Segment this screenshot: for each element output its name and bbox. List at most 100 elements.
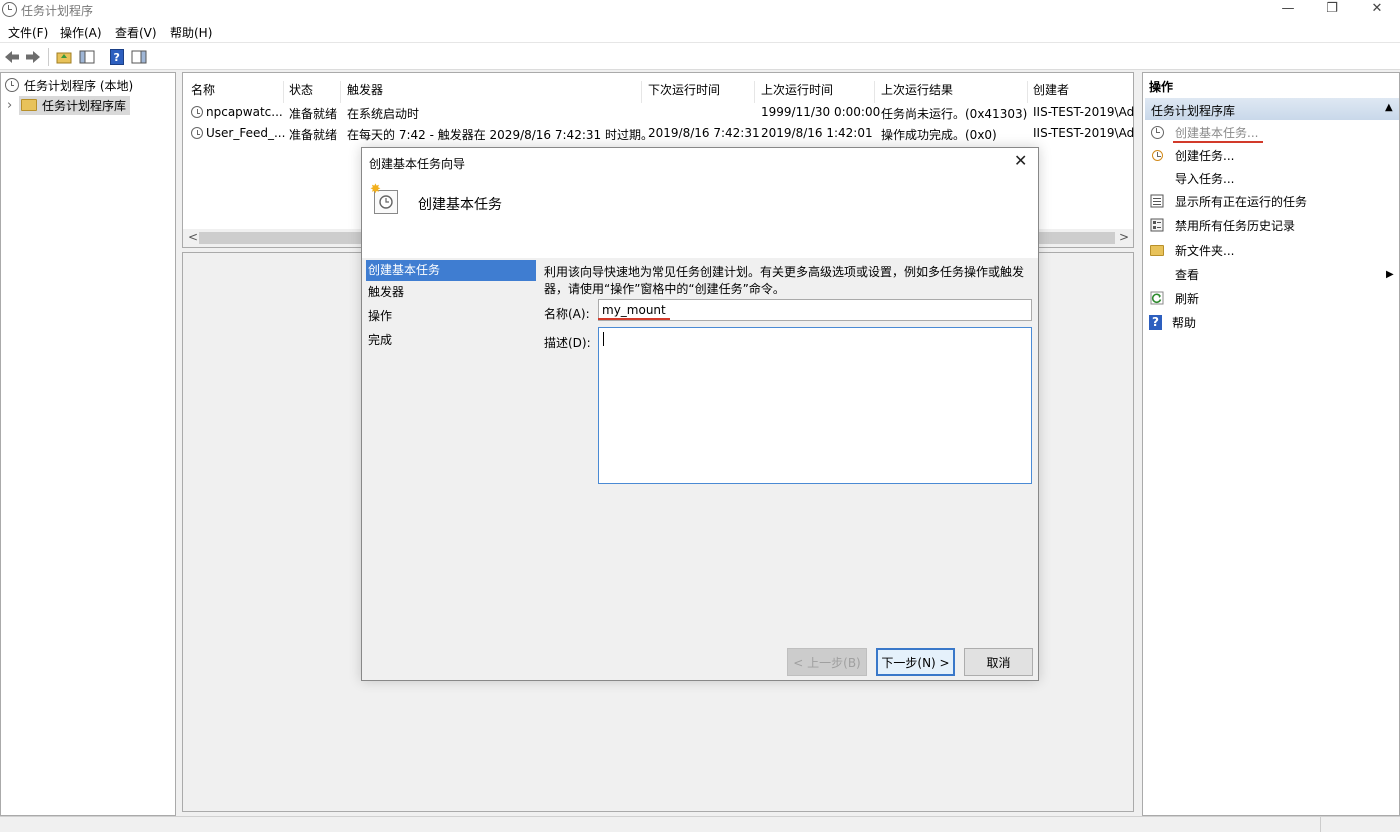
show-hide-tree-icon[interactable] <box>78 48 96 66</box>
column-divider <box>283 81 284 103</box>
window-title: 任务计划程序 <box>21 4 94 18</box>
collapse-icon[interactable]: ▲ <box>1385 102 1393 113</box>
menu-help[interactable]: 帮助(H) <box>170 24 212 41</box>
action-new-folder[interactable]: 新文件夹... <box>1147 240 1397 260</box>
step-action[interactable]: 操作 <box>366 306 536 327</box>
cell-trigger: 在每天的 7:42 - 触发器在 2029/8/16 7:42:31 时过期。 <box>347 128 653 142</box>
action-import-task[interactable]: 导入任务... <box>1147 168 1397 188</box>
scroll-left-icon[interactable]: < <box>188 230 198 244</box>
menu-view[interactable]: 查看(V) <box>115 24 157 41</box>
new-folder-icon <box>1149 242 1165 258</box>
task-description-input[interactable] <box>598 327 1032 484</box>
folder-up-icon[interactable] <box>55 48 73 66</box>
close-window-button[interactable]: ✕ <box>1354 0 1400 20</box>
menu-action[interactable]: 操作(A) <box>60 24 102 41</box>
column-divider <box>1027 81 1028 103</box>
basic-task-icon <box>1149 124 1165 140</box>
tree-item-library[interactable]: › 任务计划程序库 <box>7 95 131 115</box>
next-button[interactable]: 下一步(N) > <box>876 648 955 676</box>
cancel-button[interactable]: 取消 <box>964 648 1033 676</box>
step-finish[interactable]: 完成 <box>366 330 536 351</box>
column-header-name[interactable]: 名称 <box>191 81 215 98</box>
forward-arrow-icon[interactable] <box>24 48 42 66</box>
text-caret <box>603 332 604 346</box>
history-icon <box>1149 217 1165 233</box>
column-header-last-result[interactable]: 上次运行结果 <box>881 81 953 98</box>
wizard-header-area: 创建基本任务向导 ✕ ✸ 创建基本任务 <box>362 148 1038 258</box>
action-label: 帮助 <box>1172 315 1197 330</box>
cell-name: User_Feed_... <box>206 126 286 140</box>
action-create-basic-task[interactable]: 创建基本任务... <box>1147 122 1397 142</box>
toolbar-separator <box>48 48 49 66</box>
cell-last-run: 1999/11/30 0:00:00 <box>761 105 881 119</box>
column-header-author[interactable]: 创建者 <box>1033 81 1069 98</box>
status-divider <box>1320 817 1321 832</box>
actions-pane: 操作 任务计划程序库 ▲ 创建基本任务... 创建任务... 导入任务... 显… <box>1142 72 1400 816</box>
cell-next-run: 2019/8/16 7:42:31 <box>648 126 760 140</box>
folder-icon <box>21 99 37 111</box>
view-icon <box>1149 266 1165 282</box>
action-label: 创建任务... <box>1175 148 1235 163</box>
column-header-last-run[interactable]: 上次运行时间 <box>761 81 833 98</box>
expand-chevron-icon[interactable]: › <box>7 98 17 113</box>
action-view[interactable]: 查看 ▶ <box>1147 264 1397 284</box>
action-help[interactable]: ? 帮助 <box>1147 312 1397 332</box>
restore-button[interactable]: ❐ <box>1309 0 1355 20</box>
create-task-icon <box>1149 147 1165 163</box>
running-tasks-icon <box>1149 193 1165 209</box>
cell-author: IIS-TEST-2019\Ad <box>1033 126 1135 140</box>
action-show-running[interactable]: 显示所有正在运行的任务 <box>1147 191 1397 211</box>
annotation-underline <box>1173 141 1263 143</box>
step-trigger[interactable]: 触发器 <box>366 282 536 303</box>
scroll-right-icon[interactable]: > <box>1119 230 1129 244</box>
wizard-page-title: 创建基本任务 <box>418 197 502 213</box>
navigation-tree: 任务计划程序 (本地) › 任务计划程序库 <box>0 72 176 816</box>
column-header-trigger[interactable]: 触发器 <box>347 81 383 98</box>
column-divider <box>641 81 642 103</box>
cell-trigger: 在系统启动时 <box>347 107 420 121</box>
action-label: 禁用所有任务历史记录 <box>1175 218 1296 233</box>
action-label: 刷新 <box>1175 291 1200 306</box>
submenu-arrow-icon: ▶ <box>1386 268 1394 280</box>
basic-task-wizard-icon: ✸ <box>370 182 398 214</box>
show-hide-action-pane-icon[interactable] <box>130 48 148 66</box>
cell-author: IIS-TEST-2019\Ad <box>1033 105 1135 119</box>
back-arrow-icon[interactable] <box>3 48 21 66</box>
column-header-status[interactable]: 状态 <box>289 81 313 98</box>
cell-last-result: 操作成功完成。(0x0) <box>881 128 997 142</box>
tree-item-local[interactable]: 任务计划程序 (本地) <box>5 75 133 95</box>
description-label: 描述(D): <box>544 336 591 350</box>
cell-status: 准备就绪 <box>289 107 338 121</box>
column-divider <box>754 81 755 103</box>
actions-section-header[interactable]: 任务计划程序库 ▲ <box>1145 98 1399 120</box>
column-divider <box>874 81 875 103</box>
action-refresh[interactable]: 刷新 <box>1147 288 1397 308</box>
action-disable-history[interactable]: 禁用所有任务历史记录 <box>1147 215 1397 235</box>
help-icon: ? <box>1149 314 1162 330</box>
menu-file[interactable]: 文件(F) <box>8 24 48 41</box>
title-bar: 任务计划程序 — ❐ ✕ <box>0 0 1400 20</box>
create-basic-task-wizard: 创建基本任务向导 ✕ ✸ 创建基本任务 创建基本任务 触发器 操作 完成 利用该… <box>361 147 1039 681</box>
action-label: 查看 <box>1175 267 1200 282</box>
svg-text:?: ? <box>114 51 120 64</box>
dialog-title: 创建基本任务向导 <box>369 157 466 171</box>
minimize-button[interactable]: — <box>1265 0 1311 20</box>
annotation-underline <box>598 318 670 320</box>
cell-last-run: 2019/8/16 1:42:01 <box>761 126 873 140</box>
back-button[interactable]: < 上一步(B) <box>787 648 867 676</box>
actions-heading: 操作 <box>1149 80 1174 94</box>
action-label: 新文件夹... <box>1175 243 1235 258</box>
action-label: 显示所有正在运行的任务 <box>1175 194 1308 209</box>
tree-item-label: 任务计划程序库 <box>42 98 127 113</box>
refresh-icon <box>1149 290 1165 306</box>
help-icon[interactable]: ? <box>108 48 126 66</box>
column-header-next-run[interactable]: 下次运行时间 <box>648 81 720 98</box>
action-label: 导入任务... <box>1175 171 1235 186</box>
step-create-basic-task[interactable]: 创建基本任务 <box>366 260 536 281</box>
cell-name: npcapwatc... <box>206 105 283 119</box>
toolbar: ? <box>0 42 1400 70</box>
action-create-task[interactable]: 创建任务... <box>1147 145 1397 165</box>
close-icon[interactable]: ✕ <box>1014 151 1027 170</box>
status-bar <box>0 816 1400 832</box>
cell-status: 准备就绪 <box>289 128 338 142</box>
